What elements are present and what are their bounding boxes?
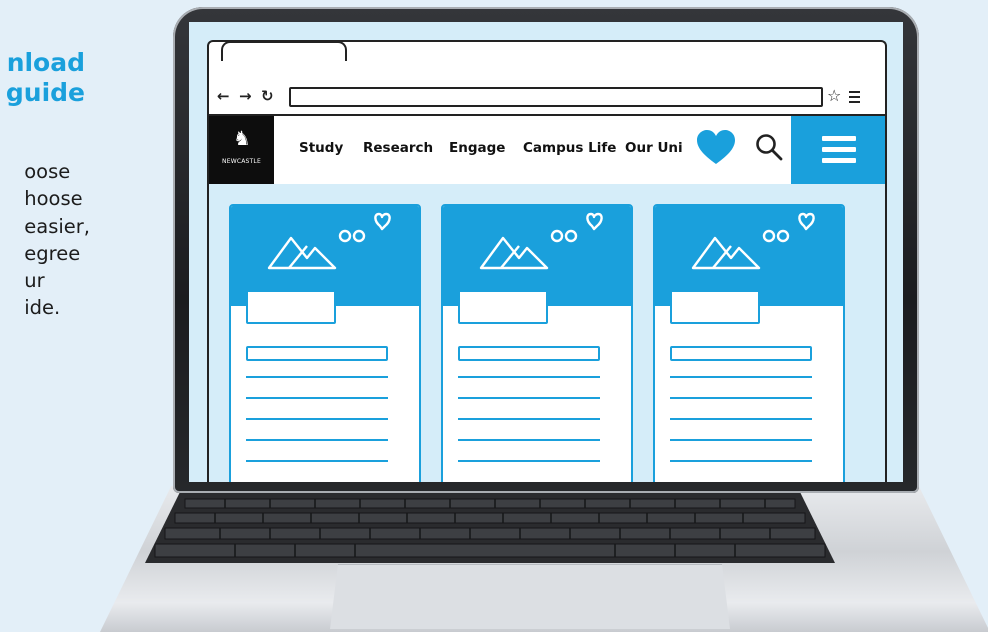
card-text-line bbox=[670, 418, 812, 420]
promo-heading-line-1: nload bbox=[6, 48, 85, 77]
card-text-line bbox=[246, 397, 388, 399]
card-text-line bbox=[458, 376, 600, 378]
search-icon[interactable] bbox=[754, 132, 784, 162]
card-text-line bbox=[670, 460, 812, 462]
laptop-screen: ← → ↻ ☆ ♞ NEWCASTLE Study Research Engag… bbox=[189, 22, 903, 482]
promo-body-line: hoose bbox=[24, 187, 83, 211]
card-title-placeholder bbox=[670, 290, 760, 324]
address-row: ← → ↻ ☆ bbox=[209, 86, 885, 108]
card-text-line bbox=[246, 418, 388, 420]
promo-heading: nload guide bbox=[6, 48, 85, 107]
card-text-line bbox=[458, 397, 600, 399]
content-area bbox=[209, 184, 885, 482]
promo-body: oose hoose easier, egree ur ide. bbox=[24, 158, 90, 322]
card-text-line bbox=[246, 439, 388, 441]
card-subtitle-placeholder bbox=[670, 346, 812, 361]
card-text-line bbox=[246, 376, 388, 378]
content-card[interactable] bbox=[653, 204, 845, 482]
promo-body-line: oose bbox=[24, 160, 71, 183]
card-text-line bbox=[670, 397, 812, 399]
hamburger-icon bbox=[822, 136, 856, 169]
browser-tab[interactable] bbox=[221, 41, 347, 61]
card-subtitle-placeholder bbox=[458, 346, 600, 361]
content-card[interactable] bbox=[441, 204, 633, 482]
hamburger-button[interactable] bbox=[791, 116, 885, 184]
browser-window: ← → ↻ ☆ ♞ NEWCASTLE Study Research Engag… bbox=[207, 40, 887, 482]
nav-campus-life[interactable]: Campus Life bbox=[523, 140, 616, 156]
site-header: ♞ NEWCASTLE Study Research Engage Campus… bbox=[209, 114, 885, 186]
promo-body-line: egree bbox=[24, 241, 81, 265]
nav-research[interactable]: Research bbox=[363, 140, 433, 156]
site-logo[interactable]: ♞ NEWCASTLE bbox=[209, 116, 274, 184]
star-icon[interactable]: ☆ bbox=[827, 86, 841, 105]
promo-heading-line-2: guide bbox=[5, 77, 85, 107]
card-title-placeholder bbox=[458, 290, 548, 324]
arrow-right-icon[interactable]: → bbox=[239, 87, 252, 105]
card-text-line bbox=[458, 460, 600, 462]
promo-body-line: ur bbox=[24, 269, 45, 293]
card-subtitle-placeholder bbox=[246, 346, 388, 361]
laptop-trackpad bbox=[330, 564, 730, 629]
menu-icon[interactable] bbox=[849, 91, 860, 106]
keyboard-keys bbox=[154, 498, 826, 558]
nav-engage[interactable]: Engage bbox=[449, 140, 505, 156]
url-input[interactable] bbox=[289, 87, 823, 107]
promo-body-line: easier, bbox=[24, 214, 90, 238]
arrow-left-icon[interactable]: ← bbox=[217, 87, 230, 105]
promo-body-line: ide. bbox=[24, 296, 61, 320]
heart-icon[interactable] bbox=[696, 130, 736, 166]
seahorse-logo-icon: ♞ bbox=[233, 126, 251, 150]
reload-icon[interactable]: ↻ bbox=[261, 87, 274, 105]
card-text-line bbox=[670, 439, 812, 441]
card-text-line bbox=[246, 460, 388, 462]
card-title-placeholder bbox=[246, 290, 336, 324]
laptop-keyboard bbox=[145, 493, 835, 563]
nav-study[interactable]: Study bbox=[299, 140, 343, 156]
card-text-line bbox=[458, 439, 600, 441]
content-card[interactable] bbox=[229, 204, 421, 482]
card-text-line bbox=[670, 376, 812, 378]
laptop-lid: ← → ↻ ☆ ♞ NEWCASTLE Study Research Engag… bbox=[173, 7, 919, 493]
card-text-line bbox=[458, 418, 600, 420]
nav-our-uni[interactable]: Our Uni bbox=[625, 140, 683, 156]
logo-text: NEWCASTLE bbox=[222, 158, 261, 165]
